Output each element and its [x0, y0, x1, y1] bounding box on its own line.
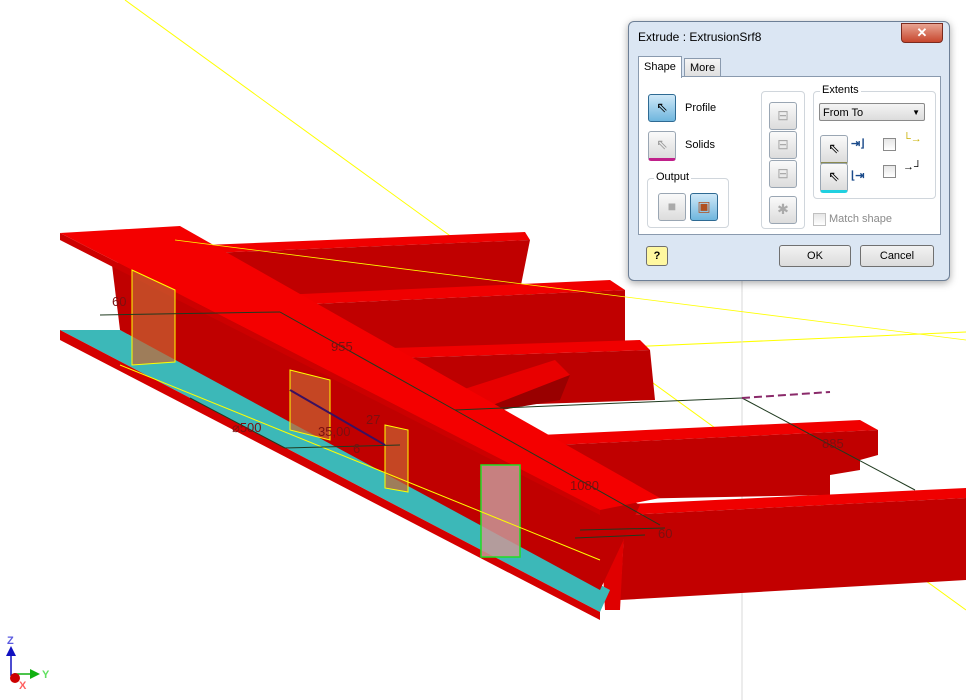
dimension-dia500[interactable]: ⌀500	[232, 420, 262, 435]
extrusion-preview	[384, 424, 409, 493]
cut-icon: ⊟	[777, 136, 789, 152]
extend-face-icon: └→	[903, 133, 922, 145]
terminate-face-icon: →┘	[903, 161, 922, 173]
tab-shape[interactable]: Shape	[638, 56, 682, 78]
tab-more[interactable]: More	[684, 58, 722, 77]
view-triad: Z Y X	[6, 635, 50, 692]
extents-label: Extents	[820, 84, 861, 96]
solids-select-button[interactable]: ⇖	[648, 131, 676, 161]
tab-panel-shape: ⇖ Profile ⇖ Solids Output ■ ▣ ⊟ ⊟ ⊟ ✱ Ex…	[638, 76, 941, 235]
output-label: Output	[654, 171, 692, 183]
help-icon: ?	[653, 250, 661, 262]
profile-select-button[interactable]: ⇖	[648, 94, 676, 122]
extend-from-checkbox[interactable]	[883, 138, 896, 151]
x-label: X	[19, 680, 27, 692]
axis-centerline	[741, 391, 831, 399]
selected-face[interactable]	[480, 464, 521, 558]
dimension-35[interactable]: 35,00	[318, 424, 351, 439]
profile-label: Profile	[685, 102, 717, 114]
dialog-title: Extrude : ExtrusionSrf8	[638, 30, 762, 44]
y-label: Y	[42, 669, 50, 681]
cursor-arrow-icon: ⇖	[828, 168, 840, 184]
z-arrow-icon	[6, 646, 16, 656]
close-button[interactable]: ✕	[901, 23, 943, 43]
join-icon: ⊟	[777, 107, 789, 123]
solid-cube-icon: ■	[667, 198, 677, 214]
dimension-955[interactable]: 955	[331, 339, 353, 354]
cursor-arrow-icon: ⇖	[828, 140, 840, 156]
operation-group: ⊟ ⊟ ⊟ ✱	[761, 91, 805, 229]
output-surface-button[interactable]: ▣	[690, 193, 718, 221]
dimension-27[interactable]: 27	[366, 412, 380, 427]
help-button[interactable]: ?	[646, 246, 668, 266]
cancel-button[interactable]: Cancel	[860, 245, 934, 267]
join-button[interactable]: ⊟	[769, 102, 797, 130]
ok-button[interactable]: OK	[779, 245, 851, 267]
extrude-dialog: Extrude : ExtrusionSrf8 ✕ Shape More ⇖ P…	[628, 21, 950, 281]
extend-to-checkbox[interactable]	[883, 165, 896, 178]
cursor-arrow-icon: ⇖	[656, 99, 668, 115]
intersect-button[interactable]: ⊟	[769, 160, 797, 188]
dimension-6[interactable]: 6	[353, 441, 360, 456]
output-solid-button[interactable]: ■	[658, 193, 686, 221]
beam-right-2[interactable]	[600, 488, 966, 610]
new-solid-icon: ✱	[777, 201, 789, 217]
from-face-icon: ⇥⌋	[851, 138, 865, 150]
extents-value: From To	[823, 107, 864, 119]
match-shape-checkbox[interactable]	[813, 213, 826, 226]
from-select-button[interactable]: ⇖	[820, 135, 848, 165]
solids-label: Solids	[685, 139, 715, 151]
cursor-arrow-icon: ⇖	[656, 136, 668, 152]
extents-dropdown[interactable]: From To ▼	[819, 103, 925, 121]
dropdown-arrow-icon: ▼	[912, 108, 920, 117]
intersect-icon: ⊟	[777, 165, 789, 181]
cut-button[interactable]: ⊟	[769, 131, 797, 159]
new-solid-button[interactable]: ✱	[769, 196, 797, 224]
output-group: Output ■ ▣	[647, 171, 729, 228]
y-arrow-icon	[30, 669, 40, 679]
surface-cube-icon: ▣	[697, 198, 711, 214]
dimension-60-right[interactable]: 60	[658, 526, 672, 541]
close-icon: ✕	[916, 25, 928, 40]
to-select-button[interactable]: ⇖	[820, 163, 848, 193]
dimension-1080[interactable]: 1080	[570, 478, 599, 493]
dimension-60-left[interactable]: 60	[112, 294, 126, 309]
to-face-icon: ⌊⇥	[851, 170, 865, 182]
match-shape-label: Match shape	[829, 213, 892, 225]
z-label: Z	[7, 635, 14, 647]
dimension-885[interactable]: 885	[822, 436, 844, 451]
